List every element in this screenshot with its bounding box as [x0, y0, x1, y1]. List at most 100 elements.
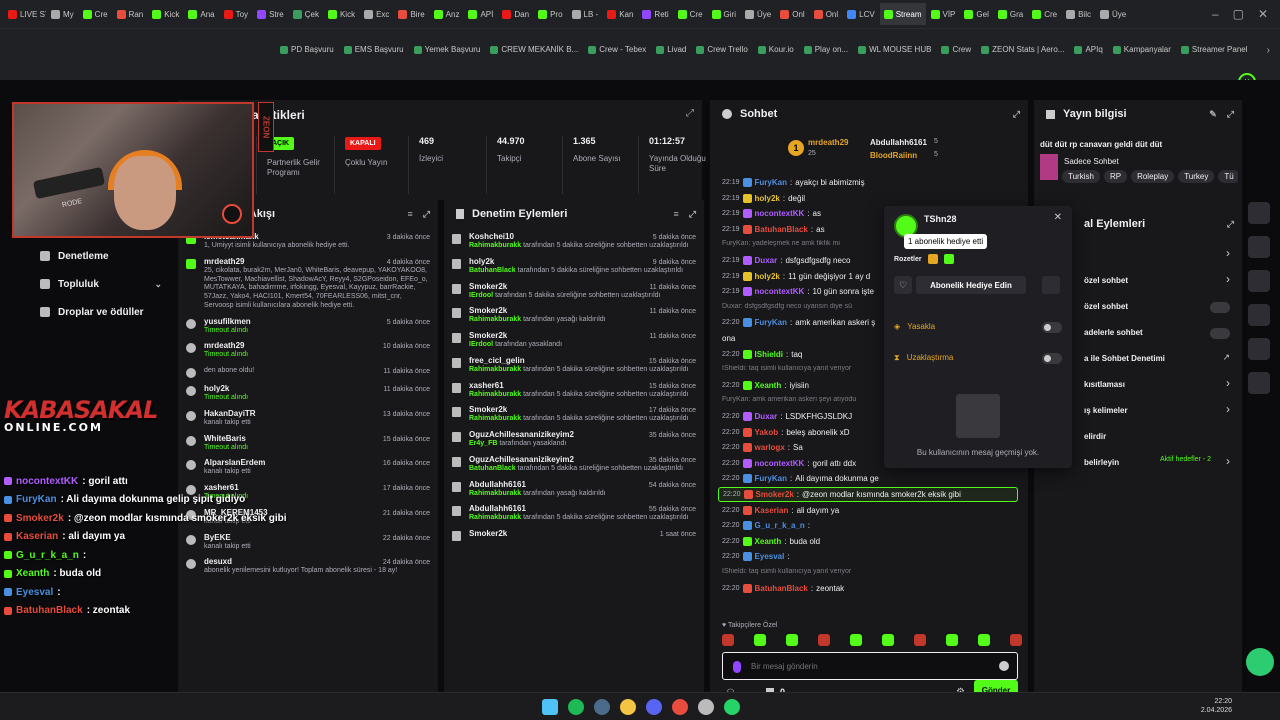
- browser-tab[interactable]: Çek: [289, 3, 323, 25]
- bookmark-item[interactable]: APIq: [1074, 45, 1103, 54]
- stream-tag[interactable]: Tü: [1218, 170, 1238, 183]
- moderator-name[interactable]: Rahimakburakk: [469, 366, 521, 373]
- emote-icon[interactable]: [1010, 634, 1022, 646]
- browser-tab[interactable]: Ana: [184, 3, 218, 25]
- message-username[interactable]: nocontextKK: [755, 459, 805, 468]
- bookmark-item[interactable]: Crew - Tebex: [588, 45, 646, 54]
- minimize-icon[interactable]: –: [1212, 7, 1219, 21]
- more-options-icon[interactable]: [1042, 276, 1060, 294]
- wrench-icon[interactable]: [1248, 372, 1270, 394]
- message-username[interactable]: nocontextKK: [755, 287, 805, 296]
- spotify-icon[interactable]: [568, 699, 584, 715]
- browser-tab[interactable]: Ran: [113, 3, 148, 25]
- emote-icon[interactable]: [818, 634, 830, 646]
- message-username[interactable]: FuryKan: [755, 178, 787, 187]
- crown-badge-icon[interactable]: [928, 254, 938, 264]
- leader-name[interactable]: BloodRaiinn: [870, 151, 917, 160]
- browser-tab[interactable]: Kick: [148, 3, 183, 25]
- discord-icon[interactable]: [646, 699, 662, 715]
- microphone-icon[interactable]: [733, 661, 741, 673]
- browser-tab[interactable]: Toy: [220, 3, 252, 25]
- expand-icon[interactable]: ⤢: [689, 209, 696, 220]
- browser-tab[interactable]: Cre: [674, 3, 707, 25]
- edit-icon[interactable]: ✎: [1209, 109, 1217, 120]
- expand-icon[interactable]: ⤢: [1227, 219, 1234, 230]
- chat-input[interactable]: [751, 659, 991, 673]
- stream-tag[interactable]: Turkey: [1178, 170, 1215, 183]
- expand-icon[interactable]: ⤢: [686, 108, 694, 119]
- browser-tab[interactable]: My: [47, 3, 78, 25]
- bookmark-item[interactable]: EMS Başvuru: [343, 45, 404, 54]
- quick-action-item[interactable]: ış kelimeler ›: [1084, 402, 1230, 420]
- expand-icon[interactable]: ⤢: [1227, 109, 1234, 120]
- message-username[interactable]: FuryKan: [755, 318, 787, 327]
- emote-icon[interactable]: [722, 634, 734, 646]
- quick-action-item[interactable]: adelerle sohbet: [1084, 326, 1230, 342]
- share-icon[interactable]: [1248, 406, 1270, 428]
- browser-tab[interactable]: APİ: [464, 3, 497, 25]
- message-username[interactable]: warlogx: [755, 443, 785, 452]
- message-username[interactable]: BatuhanBlack: [755, 225, 808, 234]
- message-username[interactable]: Eyesval: [755, 552, 785, 561]
- quick-action-item[interactable]: kısıtlaması ›: [1084, 376, 1230, 394]
- message-username[interactable]: holy2k: [755, 194, 780, 203]
- sidebar-item[interactable]: Droplar ve ödüller: [0, 298, 172, 326]
- quick-action-item[interactable]: özel sohbet: [1084, 300, 1230, 316]
- bookmark-item[interactable]: Crew Trello: [696, 45, 748, 54]
- toggle-switch[interactable]: [1210, 302, 1230, 313]
- expand-icon[interactable]: ⤢: [1013, 109, 1020, 120]
- browser-tab[interactable]: Cre: [1028, 3, 1061, 25]
- expand-icon[interactable]: ⤢: [423, 209, 430, 220]
- leader-name[interactable]: Abdullahh6161: [870, 138, 927, 147]
- emote-icon[interactable]: [978, 634, 990, 646]
- toggle-switch[interactable]: [1210, 328, 1230, 339]
- steam-icon[interactable]: [594, 699, 610, 715]
- message-username[interactable]: Xeanth: [755, 537, 782, 546]
- moderator-name[interactable]: Rahimakburakk: [469, 415, 521, 422]
- browser-tab[interactable]: LIVE STREAM: [4, 3, 46, 25]
- message-username[interactable]: Smoker2k: [756, 490, 794, 499]
- whatsapp-icon[interactable]: [724, 699, 740, 715]
- chat-input-box[interactable]: [722, 652, 1018, 680]
- chevron-right-icon[interactable]: ›: [1226, 402, 1230, 416]
- ban-toggle[interactable]: [1042, 322, 1062, 333]
- filter-icon[interactable]: ≡: [674, 209, 679, 220]
- message-username[interactable]: Kaserian: [755, 506, 789, 515]
- browser-tab[interactable]: Üye: [1096, 3, 1130, 25]
- moderator-name[interactable]: Er4y_FB: [469, 440, 497, 447]
- stream-tag[interactable]: Roleplay: [1131, 170, 1175, 183]
- moderator-name[interactable]: Rahimakburakk: [469, 391, 521, 398]
- chevron-right-icon[interactable]: ›: [1226, 272, 1230, 286]
- chevron-right-icon[interactable]: ›: [1226, 376, 1230, 390]
- message-username[interactable]: G_u_r_k_a_n: [755, 521, 805, 530]
- filter-icon[interactable]: ≡: [408, 209, 413, 220]
- message-username[interactable]: holy2k: [755, 272, 780, 281]
- gift-badge-icon[interactable]: [944, 254, 954, 264]
- chevron-down-icon[interactable]: ⌄: [154, 279, 162, 290]
- moderator-name[interactable]: Rahimakburakk: [469, 316, 521, 323]
- browser-tab[interactable]: Onl: [810, 3, 842, 25]
- browser-tab[interactable]: Bire: [394, 3, 428, 25]
- browser-tab[interactable]: Üye: [741, 3, 775, 25]
- note-icon[interactable]: [1248, 236, 1270, 258]
- message-username[interactable]: Duxar: [755, 256, 778, 265]
- gear-icon[interactable]: [1248, 168, 1270, 190]
- bookmark-item[interactable]: Yemek Başvuru: [413, 45, 480, 54]
- bookmark-item[interactable]: Play on...: [803, 45, 848, 54]
- timeout-toggle[interactable]: [1042, 353, 1062, 364]
- browser-tab[interactable]: LB -: [568, 3, 603, 25]
- quick-action-item[interactable]: a ile Sohbet Denetimi ↗: [1084, 352, 1230, 368]
- browser-tab[interactable]: Stream: [879, 3, 926, 25]
- windows-start-icon[interactable]: [542, 699, 558, 715]
- browser-tab[interactable]: Gra: [994, 3, 1027, 25]
- layout-icon[interactable]: [1248, 338, 1270, 360]
- stream-tag[interactable]: RP: [1103, 170, 1128, 183]
- chevron-right-icon[interactable]: ›: [1226, 454, 1230, 468]
- link-icon[interactable]: [1248, 304, 1270, 326]
- close-icon[interactable]: ✕: [1258, 7, 1268, 21]
- message-username[interactable]: BatuhanBlack: [755, 584, 808, 593]
- bookmark-item[interactable]: Crew: [941, 45, 971, 54]
- browser-tab[interactable]: Kan: [603, 3, 637, 25]
- emote-icon[interactable]: [850, 634, 862, 646]
- browser-tab[interactable]: LCV: [843, 3, 879, 25]
